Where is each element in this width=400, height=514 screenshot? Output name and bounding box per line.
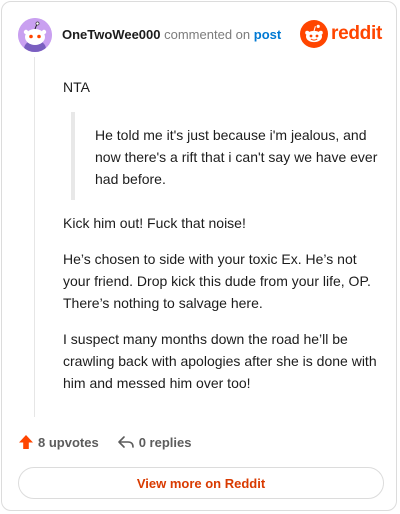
comment-paragraph: Kick him out! Fuck that noise! [63, 215, 246, 231]
reddit-wordmark: reddit [331, 23, 382, 44]
comment-embed-card: OneTwoWee000 commented on post reddit NT… [1, 1, 397, 511]
comment-footer: 8 upvotes 0 replies [18, 431, 209, 453]
reply-button[interactable]: 0 replies [117, 434, 192, 450]
reddit-logo-icon [300, 20, 329, 48]
comment-paragraph: NTA [63, 79, 90, 95]
action-text: commented on [164, 27, 251, 42]
thread-line [34, 57, 35, 417]
quote-text: He told me it's just because i'm jealous… [95, 127, 378, 187]
view-more-button[interactable]: View more on Reddit [18, 467, 384, 499]
comment-meta: OneTwoWee000 commented on post [62, 27, 281, 43]
blockquote: He told me it's just because i'm jealous… [71, 112, 385, 200]
reply-arrow-icon [117, 436, 134, 448]
comment-paragraph: I suspect many months down the road he’l… [63, 331, 377, 391]
upvote-arrow-icon [19, 435, 33, 449]
reddit-brand[interactable]: reddit [300, 20, 382, 48]
reply-count: 0 replies [138, 434, 192, 450]
comment-body: NTA He told me it's just because i'm jea… [63, 76, 385, 408]
comment-header: OneTwoWee000 commented on post reddit [18, 18, 382, 52]
user-avatar[interactable] [18, 18, 52, 52]
upvote-button[interactable]: 8 upvotes [18, 434, 99, 450]
post-link[interactable]: post [254, 27, 281, 42]
comment-paragraph: He’s chosen to side with your toxic Ex. … [63, 251, 371, 311]
snoo-avatar-icon [18, 18, 52, 52]
upvote-count: 8 upvotes [38, 434, 99, 450]
author-name[interactable]: OneTwoWee000 [62, 27, 161, 42]
